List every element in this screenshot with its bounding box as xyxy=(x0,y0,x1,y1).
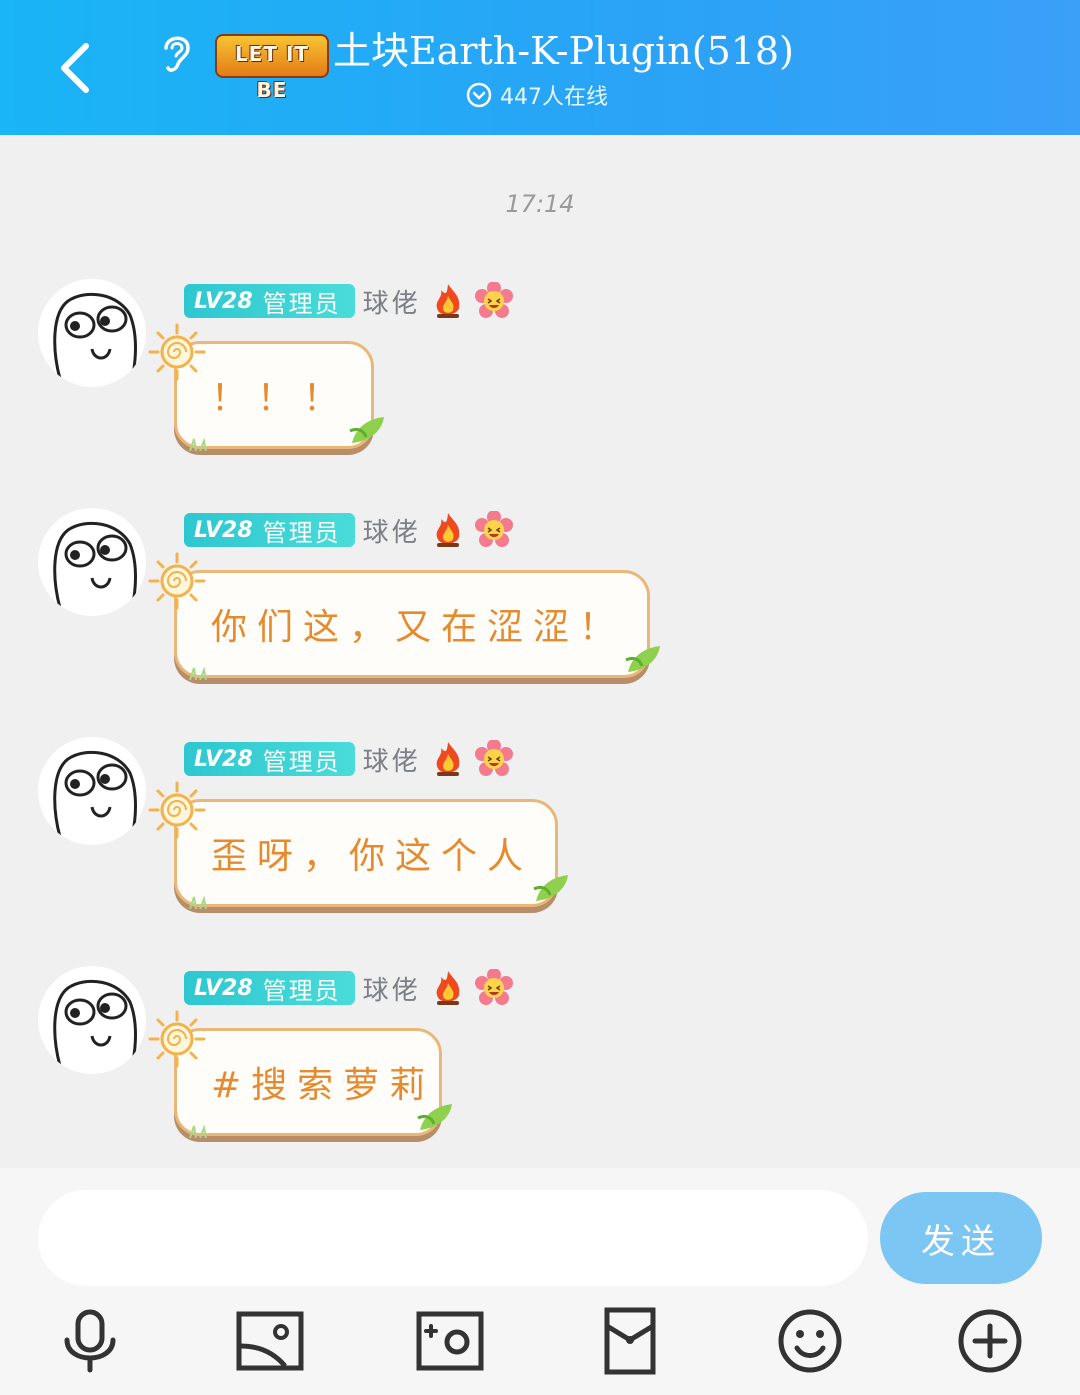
role-text: 管理员 xyxy=(262,747,341,776)
message-bubble[interactable]: 你们这，又在涩涩！ xyxy=(174,570,650,678)
level-text: LV28 xyxy=(194,975,253,1001)
sender-name[interactable]: 球佬 xyxy=(363,283,421,320)
leaf-icon xyxy=(625,646,660,672)
microphone-icon[interactable] xyxy=(55,1306,125,1376)
sender-name[interactable]: 球佬 xyxy=(363,512,421,549)
message-input[interactable] xyxy=(38,1190,868,1286)
leaf-icon xyxy=(417,1104,452,1130)
avatar[interactable] xyxy=(38,737,146,845)
plus-icon[interactable] xyxy=(955,1306,1025,1376)
grass-icon xyxy=(189,437,207,451)
group-title[interactable]: 土块Earth-K-Plugin(518) xyxy=(333,20,794,75)
sender-meta: LV28 管理员 球佬 xyxy=(184,282,513,320)
red-packet-icon[interactable] xyxy=(595,1306,665,1376)
message-bubble[interactable]: 歪呀，你这个人 xyxy=(174,799,558,907)
message-item: LV28 管理员 球佬 你们这，又在涩涩！ xyxy=(0,508,1080,718)
sender-meta: LV28 管理员 球佬 xyxy=(184,969,513,1007)
input-bar: 发送 xyxy=(0,1168,1080,1395)
title-badge: LET IT BE xyxy=(215,34,329,102)
chevron-down-circle-icon xyxy=(466,82,492,108)
fire-icon xyxy=(436,284,459,318)
sender-name[interactable]: 球佬 xyxy=(363,970,421,1007)
message-item: LV28 管理员 球佬 ！！！ xyxy=(0,279,1080,489)
emoji-icon[interactable] xyxy=(775,1306,845,1376)
back-icon[interactable] xyxy=(50,38,100,98)
sun-icon xyxy=(148,323,206,381)
avatar[interactable] xyxy=(38,279,146,387)
message-timestamp: 17:14 xyxy=(505,190,575,218)
leaf-icon xyxy=(533,875,568,901)
send-button[interactable]: 发送 xyxy=(880,1192,1042,1284)
sun-icon xyxy=(148,1010,206,1068)
flower-emoji-icon xyxy=(474,282,513,318)
level-badge: LV28 管理员 xyxy=(184,742,355,776)
flower-emoji-icon xyxy=(474,740,513,776)
grass-icon xyxy=(189,666,207,680)
sender-name[interactable]: 球佬 xyxy=(363,741,421,778)
level-text: LV28 xyxy=(194,746,253,772)
flower-emoji-icon xyxy=(474,969,513,1005)
grass-icon xyxy=(189,895,207,909)
level-badge: LV28 管理员 xyxy=(184,284,355,318)
chat-header: LET IT BE 土块Earth-K-Plugin(518) 447人在线 xyxy=(0,0,1080,135)
role-text: 管理员 xyxy=(262,518,341,547)
level-badge: LV28 管理员 xyxy=(184,513,355,547)
grass-icon xyxy=(189,1124,207,1138)
leaf-icon xyxy=(349,417,384,443)
camera-icon[interactable] xyxy=(415,1306,485,1376)
online-status[interactable]: 447人在线 xyxy=(466,80,608,110)
online-count: 447人在线 xyxy=(500,85,608,110)
message-bubble[interactable]: #搜索萝莉 xyxy=(174,1028,442,1136)
sender-meta: LV28 管理员 球佬 xyxy=(184,740,513,778)
message-item: LV28 管理员 球佬 歪呀，你这个人 xyxy=(0,737,1080,947)
avatar[interactable] xyxy=(38,966,146,1074)
fire-icon xyxy=(436,971,459,1005)
avatar[interactable] xyxy=(38,508,146,616)
sender-meta: LV28 管理员 球佬 xyxy=(184,511,513,549)
input-toolbar xyxy=(0,1306,1080,1376)
sun-icon xyxy=(148,781,206,839)
level-badge: LV28 管理员 xyxy=(184,971,355,1005)
sun-icon xyxy=(148,552,206,610)
level-text: LV28 xyxy=(194,288,253,314)
fire-icon xyxy=(436,742,459,776)
fire-icon xyxy=(436,513,459,547)
role-text: 管理员 xyxy=(262,976,341,1005)
flower-emoji-icon xyxy=(474,511,513,547)
level-text: LV28 xyxy=(194,517,253,543)
message-item: LV28 管理员 球佬 #搜索萝莉 xyxy=(0,966,1080,1176)
role-text: 管理员 xyxy=(262,289,341,318)
image-icon[interactable] xyxy=(235,1306,305,1376)
ear-icon[interactable] xyxy=(156,30,196,76)
